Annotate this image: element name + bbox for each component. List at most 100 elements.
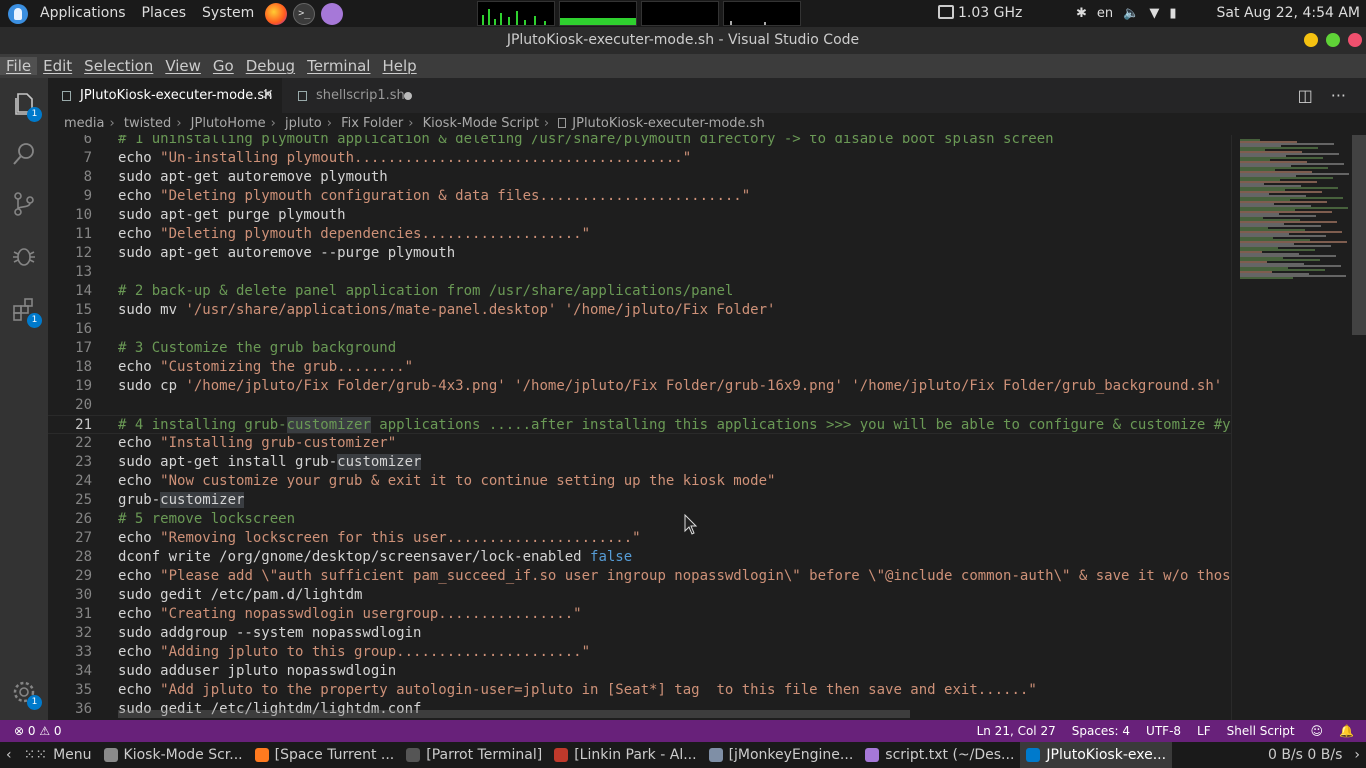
code-text[interactable]: echo "Un-installing plymouth............… — [118, 149, 691, 168]
cpu-frequency[interactable]: 1.03 GHz — [938, 0, 1022, 27]
breadcrumb-item[interactable]: Fix Folder — [341, 116, 403, 131]
wifi-icon[interactable]: ▼ — [1149, 6, 1159, 21]
code-line[interactable]: 32 sudo addgroup --system nopasswdlogin — [48, 624, 1231, 643]
menu-view[interactable]: View — [159, 57, 207, 75]
applications-menu[interactable]: Applications — [32, 0, 134, 27]
code-text[interactable]: echo "Customizing the grub........" — [118, 358, 413, 377]
clock[interactable]: Sat Aug 22, 4:54 AM — [1217, 0, 1360, 27]
menu-terminal[interactable]: Terminal — [301, 57, 376, 75]
code-text[interactable]: # 3 Customize the grub background — [118, 339, 396, 358]
menu-edit[interactable]: Edit — [37, 57, 78, 75]
breadcrumb-item[interactable]: JPlutoHome — [191, 116, 266, 131]
problems-indicator[interactable]: ⊗ 0 ⚠ 0 — [14, 720, 62, 742]
code-editor[interactable]: 6 # 1 uninstalling plymouth application &… — [48, 135, 1231, 720]
split-editor-icon[interactable]: ◫ — [1298, 86, 1313, 105]
breadcrumb-item[interactable]: Kiosk-Mode Script — [423, 116, 539, 131]
code-line[interactable]: 23 sudo apt-get install grub-customizer — [48, 453, 1231, 472]
code-line[interactable]: 13 — [48, 263, 1231, 282]
breadcrumb-item[interactable]: jpluto — [285, 116, 322, 131]
source-control-icon[interactable] — [10, 190, 38, 218]
code-line[interactable]: 19 sudo cp '/home/jpluto/Fix Folder/grub-… — [48, 377, 1231, 396]
taskbar-window-button[interactable]: [Space Turrent ... — [249, 742, 401, 768]
search-icon[interactable] — [10, 140, 38, 168]
volume-icon[interactable]: 🔈 — [1123, 6, 1139, 21]
menu-help[interactable]: Help — [376, 57, 422, 75]
code-text[interactable]: sudo apt-get purge plymouth — [118, 206, 346, 225]
code-text[interactable]: grub-customizer — [118, 491, 245, 510]
more-actions-icon[interactable]: ··· — [1331, 86, 1346, 105]
code-text[interactable]: # 5 remove lockscreen — [118, 510, 295, 529]
indentation[interactable]: Spaces: 4 — [1072, 720, 1130, 742]
code-text[interactable]: sudo mv '/usr/share/applications/mate-pa… — [118, 301, 775, 320]
explorer-icon[interactable]: 1 — [10, 90, 42, 122]
tab-shellscrip1[interactable]: shellscrip1.sh — [284, 78, 424, 113]
breadcrumb-item[interactable]: media — [64, 116, 105, 131]
code-line[interactable]: 18 echo "Customizing the grub........" — [48, 358, 1231, 377]
code-text[interactable]: echo "Deleting plymouth dependencies....… — [118, 225, 590, 244]
code-line[interactable]: 14 # 2 back-up & delete panel application… — [48, 282, 1231, 301]
minimize-button[interactable] — [1304, 33, 1318, 47]
code-text[interactable]: sudo cp '/home/jpluto/Fix Folder/grub-4x… — [118, 377, 1222, 396]
code-line[interactable]: 15 sudo mv '/usr/share/applications/mate-… — [48, 301, 1231, 320]
tab-jplutokiosk-executer-mode[interactable]: JPlutoKiosk-executer-mode.sh ✕ — [48, 78, 282, 113]
debug-icon[interactable] — [10, 242, 38, 270]
taskbar-window-button[interactable]: [Linkin Park - Al... — [548, 742, 702, 768]
taskbar-window-button[interactable]: JPlutoKiosk-exe... — [1020, 742, 1173, 768]
taskbar-window-button[interactable]: [Parrot Terminal] — [400, 742, 548, 768]
code-line[interactable]: 6 # 1 uninstalling plymouth application &… — [48, 135, 1231, 149]
battery-icon[interactable]: ▮ — [1169, 6, 1176, 21]
code-line[interactable]: 30 sudo gedit /etc/pam.d/lightdm — [48, 586, 1231, 605]
code-text[interactable]: sudo apt-get install grub-customizer — [118, 453, 422, 472]
code-line[interactable]: 28 dconf write /org/gnome/desktop/screens… — [48, 548, 1231, 567]
code-text[interactable]: sudo addgroup --system nopasswdlogin — [118, 624, 421, 643]
close-window-button[interactable] — [1348, 33, 1362, 47]
vertical-scrollbar[interactable] — [1352, 135, 1366, 720]
system-menu[interactable]: System — [194, 0, 262, 27]
taskbar-window-button[interactable]: Kiosk-Mode Scr... — [98, 742, 249, 768]
code-text[interactable]: echo "Please add \"auth sufficient pam_s… — [118, 567, 1231, 586]
maximize-button[interactable] — [1326, 33, 1340, 47]
code-line[interactable]: 11 echo "Deleting plymouth dependencies..… — [48, 225, 1231, 244]
taskbar-window-button[interactable]: [jMonkeyEngine... — [703, 742, 860, 768]
taskbar-scroll-left-icon[interactable]: ‹ — [0, 742, 18, 768]
menu-file[interactable]: File — [0, 57, 38, 75]
horizontal-scrollbar[interactable] — [118, 710, 910, 718]
code-line[interactable]: 33 echo "Adding jpluto to this group.....… — [48, 643, 1231, 662]
taskbar-window-button[interactable]: script.txt (~/Des... — [859, 742, 1020, 768]
code-line[interactable]: 21 # 4 installing grub-customizer applica… — [48, 415, 1231, 434]
text-editor-launcher-icon[interactable] — [321, 2, 344, 25]
unsaved-dot-icon[interactable] — [404, 92, 412, 100]
places-menu[interactable]: Places — [134, 0, 195, 27]
code-text[interactable]: echo "Adding jpluto to this group.......… — [118, 643, 590, 662]
close-tab-icon[interactable]: ✕ — [262, 78, 274, 113]
menu-go[interactable]: Go — [207, 57, 240, 75]
code-line[interactable]: 22 echo "Installing grub-customizer" — [48, 434, 1231, 453]
encoding[interactable]: UTF-8 — [1146, 720, 1181, 742]
menu-debug[interactable]: Debug — [240, 57, 301, 75]
feedback-smiley-icon[interactable]: ☺ — [1311, 720, 1324, 742]
code-line[interactable]: 25 grub-customizer — [48, 491, 1231, 510]
code-text[interactable]: echo "Installing grub-customizer" — [118, 434, 396, 453]
code-text[interactable]: # 4 installing grub-customizer applicati… — [118, 416, 1231, 435]
breadcrumb-item[interactable]: twisted — [124, 116, 171, 131]
code-line[interactable]: 17 # 3 Customize the grub background — [48, 339, 1231, 358]
code-line[interactable]: 34 sudo adduser jpluto nopasswdlogin — [48, 662, 1231, 681]
parrot-logo-icon[interactable] — [8, 3, 28, 24]
window-titlebar[interactable]: JPlutoKiosk-executer-mode.sh - Visual St… — [0, 27, 1366, 54]
code-text[interactable]: echo "Removing lockscreen for this user.… — [118, 529, 641, 548]
code-line[interactable]: 35 echo "Add jpluto to the property autol… — [48, 681, 1231, 700]
code-line[interactable]: 29 echo "Please add \"auth sufficient pam… — [48, 567, 1231, 586]
keyboard-layout[interactable]: en — [1097, 6, 1113, 21]
code-line[interactable]: 20 — [48, 396, 1231, 415]
code-line[interactable]: 16 — [48, 320, 1231, 339]
notifications-bell-icon[interactable]: 🔔 — [1339, 720, 1354, 742]
scrollbar-thumb[interactable] — [1352, 135, 1366, 335]
code-line[interactable]: 8 sudo apt-get autoremove plymouth — [48, 168, 1231, 187]
minimap[interactable] — [1231, 135, 1352, 720]
code-line[interactable]: 24 echo "Now customize your grub & exit i… — [48, 472, 1231, 491]
code-line[interactable]: 31 echo "Creating nopasswdlogin usergroup… — [48, 605, 1231, 624]
firefox-launcher-icon[interactable] — [265, 2, 288, 25]
taskbar-scroll-right-icon[interactable]: › — [1348, 742, 1366, 768]
end-of-line[interactable]: LF — [1197, 720, 1211, 742]
code-line[interactable]: 7 echo "Un-installing plymouth...........… — [48, 149, 1231, 168]
